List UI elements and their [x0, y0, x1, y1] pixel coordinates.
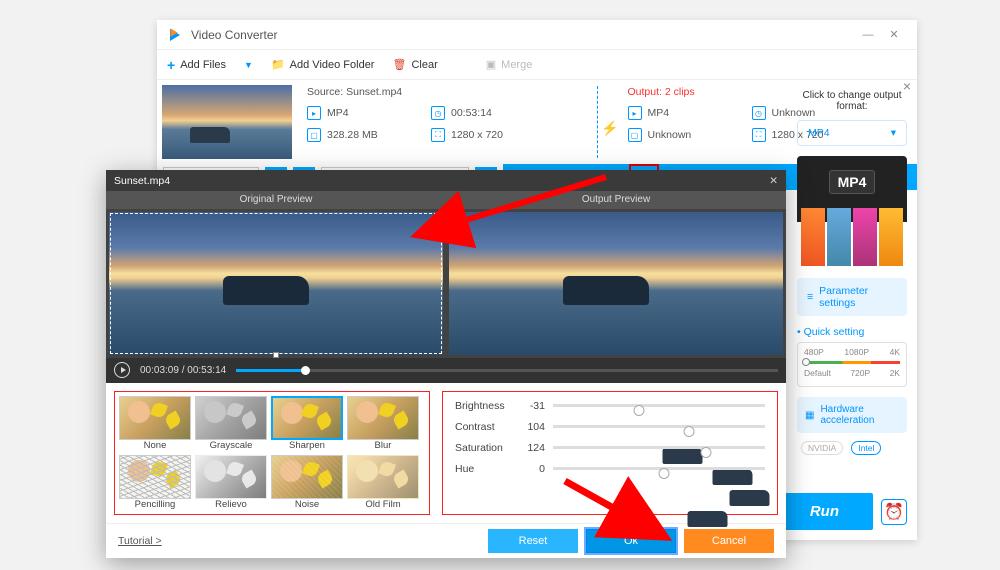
hw-badges: NVIDIA Intel: [797, 433, 907, 463]
minimize-button[interactable]: —: [855, 25, 881, 45]
chip-icon: ▦: [805, 410, 814, 421]
original-preview[interactable]: [109, 212, 443, 354]
effect-grayscale[interactable]: Grayscale: [195, 396, 267, 451]
close-button[interactable]: ✕: [881, 25, 907, 45]
clear-button[interactable]: 🗑Clear: [392, 58, 437, 71]
app-logo-icon: [167, 27, 183, 43]
effect-label: Grayscale: [195, 440, 267, 451]
format-preview[interactable]: MP4: [797, 156, 907, 266]
right-panel: Click to change output format: MP4▾ MP4 …: [787, 80, 917, 473]
source-label: Source: Sunset.mp4: [307, 86, 587, 98]
effect-label: Pencilling: [119, 499, 191, 510]
reset-button[interactable]: Reset: [488, 529, 578, 553]
clock-icon: ◷: [431, 106, 445, 120]
effect-none[interactable]: None: [119, 396, 191, 451]
add-files-button[interactable]: +Add Files: [167, 57, 226, 73]
effects-dialog: Sunset.mp4 ✕ Original Preview Output Pre…: [106, 170, 786, 558]
effect-thumb: [195, 455, 267, 499]
convert-lightning-icon: ⚡: [601, 120, 618, 137]
effect-label: Old Film: [347, 499, 419, 510]
effect-label: Relievo: [195, 499, 267, 510]
effect-relievo[interactable]: Relievo: [195, 455, 267, 510]
trash-icon: 🗑: [392, 58, 406, 71]
parameter-settings-button[interactable]: ≡Parameter settings: [797, 278, 907, 316]
intel-badge: Intel: [851, 441, 881, 455]
effect-thumb: [119, 396, 191, 440]
effects-panel: None Grayscale Sharpen Blur Pencilling Reliev…: [114, 391, 430, 515]
effect-sharpen[interactable]: Sharpen: [271, 396, 343, 451]
adjustments-panel: Brightness-31 Contrast104 Saturation124 …: [442, 391, 778, 515]
effect-thumb: [271, 396, 343, 440]
output-format-select[interactable]: MP4▾: [797, 120, 907, 146]
source-duration: ◷00:53:14: [431, 106, 531, 120]
mp4-badge: MP4: [829, 170, 876, 194]
merge-icon: ▣: [486, 58, 496, 71]
preview-header: Original Preview Output Preview: [106, 191, 786, 209]
run-button[interactable]: Run: [776, 493, 873, 530]
ok-button[interactable]: Ok: [586, 529, 676, 553]
folder-icon: 📁: [271, 58, 285, 71]
video-thumbnail: [162, 85, 292, 159]
hardware-accel-button[interactable]: ▦Hardware acceleration: [797, 397, 907, 433]
source-info: Source: Sunset.mp4 ▸MP4 ◷00:53:14 ▢328.2…: [297, 86, 598, 158]
effect-label: Noise: [271, 499, 343, 510]
seek-slider[interactable]: [236, 369, 778, 372]
effect-pencilling[interactable]: Pencilling: [119, 455, 191, 510]
cancel-button[interactable]: Cancel: [684, 529, 774, 553]
time-display: 00:03:09 / 00:53:14: [140, 365, 226, 376]
change-format-label: Click to change output format:: [797, 90, 907, 112]
effect-thumb: [271, 455, 343, 499]
schedule-button[interactable]: ⏰: [881, 499, 907, 525]
tutorial-link[interactable]: Tutorial >: [118, 535, 162, 547]
main-toolbar: +Add Files ▼ 📁Add Video Folder 🗑Clear ▣M…: [157, 50, 917, 80]
effect-thumb: [119, 455, 191, 499]
dialog-filename: Sunset.mp4: [114, 175, 170, 187]
resolution-icon: ⛶: [752, 128, 766, 142]
original-preview-label: Original Preview: [106, 191, 446, 209]
effect-blur[interactable]: Blur: [347, 396, 419, 451]
play-button[interactable]: [114, 362, 130, 378]
dialog-close-icon[interactable]: ✕: [769, 175, 778, 187]
sliders-icon: ≡: [807, 291, 813, 303]
preview-area: [106, 209, 786, 357]
add-files-dropdown-icon[interactable]: ▼: [244, 60, 253, 70]
dialog-footer: Tutorial > Reset Ok Cancel: [106, 523, 786, 558]
merge-button[interactable]: ▣Merge: [486, 58, 533, 71]
size-icon: ▢: [628, 128, 642, 142]
quick-setting-slider[interactable]: 480P1080P4K Default720P2K: [797, 342, 907, 387]
output-preview-label: Output Preview: [446, 191, 786, 209]
dialog-titlebar: Sunset.mp4 ✕: [106, 170, 786, 191]
saturation-slider[interactable]: Saturation124: [455, 442, 765, 454]
chevron-down-icon: ▾: [891, 127, 896, 139]
resolution-icon: ⛶: [431, 128, 445, 142]
effect-label: Blur: [347, 440, 419, 451]
plus-icon: +: [167, 57, 175, 73]
clock-icon: ◷: [752, 106, 766, 120]
effect-label: None: [119, 440, 191, 451]
effect-old film[interactable]: Old Film: [347, 455, 419, 510]
effect-thumb: [347, 455, 419, 499]
titlebar: Video Converter — ✕: [157, 20, 917, 50]
effect-noise[interactable]: Noise: [271, 455, 343, 510]
effect-thumb: [195, 396, 267, 440]
quick-setting-label: • Quick setting: [797, 326, 907, 338]
playback-bar: 00:03:09 / 00:53:14: [106, 358, 786, 383]
size-icon: ▢: [307, 128, 321, 142]
contrast-slider[interactable]: Contrast104: [455, 421, 765, 433]
add-folder-button[interactable]: 📁Add Video Folder: [271, 58, 375, 71]
source-size: ▢328.28 MB: [307, 128, 407, 142]
effect-label: Sharpen: [271, 440, 343, 451]
format-icon: ▸: [628, 106, 642, 120]
source-format: ▸MP4: [307, 106, 407, 120]
format-icon: ▸: [307, 106, 321, 120]
output-format: ▸MP4: [628, 106, 728, 120]
effect-thumb: [347, 396, 419, 440]
crop-handle[interactable]: [273, 352, 279, 358]
brightness-slider[interactable]: Brightness-31: [455, 400, 765, 412]
source-resolution: ⛶1280 x 720: [431, 128, 531, 142]
nvidia-badge: NVIDIA: [801, 441, 843, 455]
output-size: ▢Unknown: [628, 128, 728, 142]
output-preview: [449, 212, 783, 354]
app-title: Video Converter: [191, 28, 278, 42]
